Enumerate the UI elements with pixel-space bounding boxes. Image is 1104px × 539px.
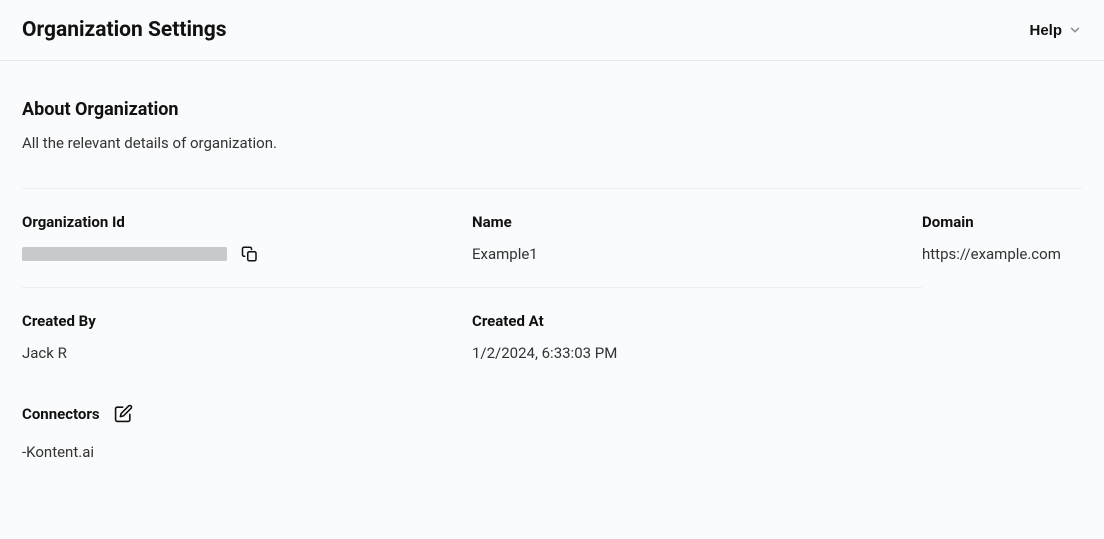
help-button[interactable]: Help xyxy=(1029,22,1082,39)
domain-label: Domain xyxy=(922,213,1082,231)
page-title: Organization Settings xyxy=(22,18,227,42)
org-id-redacted xyxy=(22,247,227,261)
created-at-value: 1/2/2024, 6:33:03 PM xyxy=(472,344,922,362)
field-name: Name Example1 xyxy=(472,213,922,263)
about-description: All the relevant details of organization… xyxy=(22,134,1082,152)
created-by-value: Jack R xyxy=(22,344,472,362)
help-label: Help xyxy=(1029,22,1062,39)
page-header: Organization Settings Help xyxy=(0,0,1104,61)
content-area: About Organization All the relevant deta… xyxy=(0,61,1104,461)
details-row-2: Created By Jack R Created At 1/2/2024, 6… xyxy=(22,288,1082,386)
domain-value: https://example.com xyxy=(922,245,1082,263)
field-created-by: Created By Jack R xyxy=(22,312,472,362)
name-label: Name xyxy=(472,213,922,231)
field-org-id: Organization Id xyxy=(22,213,472,263)
field-domain: Domain https://example.com xyxy=(922,213,1082,263)
details-row-1: Organization Id Name Example1 Domain htt… xyxy=(22,189,1082,287)
field-created-at: Created At 1/2/2024, 6:33:03 PM xyxy=(472,312,922,362)
org-id-value-row xyxy=(22,245,472,263)
created-at-label: Created At xyxy=(472,312,922,330)
name-value: Example1 xyxy=(472,245,922,263)
connectors-label: Connectors xyxy=(22,405,100,423)
about-title: About Organization xyxy=(22,99,1082,120)
connectors-section: Connectors -Kontent.ai xyxy=(22,386,1082,461)
created-by-label: Created By xyxy=(22,312,472,330)
org-id-label: Organization Id xyxy=(22,213,472,231)
chevron-down-icon xyxy=(1068,23,1082,37)
connector-item: -Kontent.ai xyxy=(22,443,1082,461)
edit-icon[interactable] xyxy=(114,404,133,423)
copy-icon[interactable] xyxy=(241,245,259,263)
connectors-header: Connectors xyxy=(22,404,1082,423)
